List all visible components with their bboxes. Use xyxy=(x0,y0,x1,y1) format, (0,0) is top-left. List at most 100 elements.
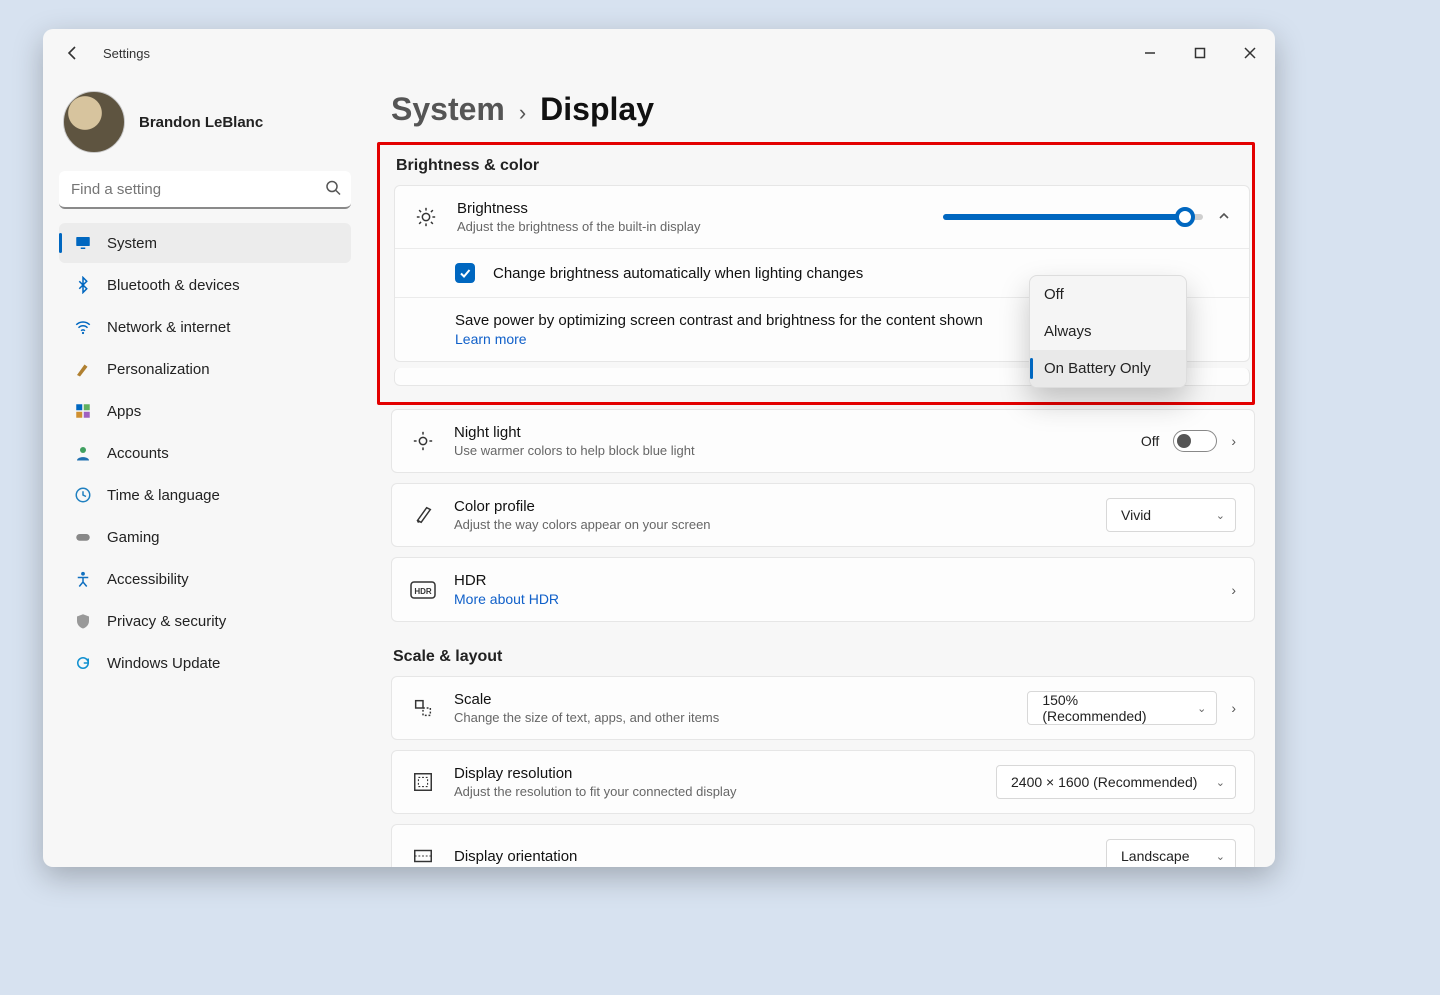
sidebar: Brandon LeBlanc System Bluetooth & device… xyxy=(43,77,363,867)
person-icon xyxy=(73,444,93,462)
color-profile-select[interactable]: Vivid ⌄ xyxy=(1106,498,1236,532)
dropdown-option[interactable]: Off xyxy=(1030,276,1186,313)
sidebar-item-label: Accessibility xyxy=(107,571,189,588)
breadcrumb-parent[interactable]: System xyxy=(391,91,505,128)
hdr-title: HDR xyxy=(454,572,1213,589)
scale-card[interactable]: Scale Change the size of text, apps, and… xyxy=(391,676,1255,740)
content-adaptive-dropdown[interactable]: OffAlwaysOn Battery Only xyxy=(1029,275,1187,388)
orientation-title: Display orientation xyxy=(454,848,1088,865)
sidebar-item-windows-update[interactable]: Windows Update xyxy=(59,643,351,683)
breadcrumb-current: Display xyxy=(540,91,654,128)
hdr-card[interactable]: HDR HDR More about HDR › xyxy=(391,557,1255,622)
sidebar-item-label: Windows Update xyxy=(107,655,220,672)
titlebar: Settings xyxy=(43,29,1275,77)
sidebar-item-bluetooth-devices[interactable]: Bluetooth & devices xyxy=(59,265,351,305)
sidebar-item-privacy-security[interactable]: Privacy & security xyxy=(59,601,351,641)
sidebar-item-time-language[interactable]: Time & language xyxy=(59,475,351,515)
sidebar-item-apps[interactable]: Apps xyxy=(59,391,351,431)
color-profile-title: Color profile xyxy=(454,498,1088,515)
color-profile-icon xyxy=(410,504,436,526)
chevron-right-icon: › xyxy=(519,100,526,126)
night-light-title: Night light xyxy=(454,424,1123,441)
sidebar-item-personalization[interactable]: Personalization xyxy=(59,349,351,389)
brightness-row: Brightness Adjust the brightness of the … xyxy=(395,186,1249,248)
orientation-select[interactable]: Landscape ⌄ xyxy=(1106,839,1236,867)
dropdown-option[interactable]: On Battery Only xyxy=(1030,350,1186,387)
collapse-icon[interactable] xyxy=(1217,209,1231,226)
monitor-icon xyxy=(73,234,93,252)
sidebar-item-label: Bluetooth & devices xyxy=(107,277,240,294)
back-button[interactable] xyxy=(55,35,91,71)
brightness-color-heading: Brightness & color xyxy=(396,157,1248,175)
scale-title: Scale xyxy=(454,691,1009,708)
sidebar-item-accounts[interactable]: Accounts xyxy=(59,433,351,473)
account-name: Brandon LeBlanc xyxy=(139,114,263,131)
sidebar-item-label: System xyxy=(107,235,157,252)
resolution-value: 2400 × 1600 (Recommended) xyxy=(1011,774,1197,790)
main-content: System › Display Brightness & color Brig… xyxy=(363,77,1275,867)
resolution-title: Display resolution xyxy=(454,765,978,782)
color-profile-card[interactable]: Color profile Adjust the way colors appe… xyxy=(391,483,1255,547)
maximize-button[interactable] xyxy=(1175,29,1225,77)
dropdown-option[interactable]: Always xyxy=(1030,313,1186,350)
scale-select[interactable]: 150% (Recommended) ⌄ xyxy=(1027,691,1217,725)
hdr-icon: HDR xyxy=(410,581,436,599)
resolution-card[interactable]: Display resolution Adjust the resolution… xyxy=(391,750,1255,814)
brightness-slider[interactable] xyxy=(943,214,1203,220)
apps-icon xyxy=(73,402,93,420)
settings-window: Settings Brandon LeBlanc xyxy=(43,29,1275,867)
sidebar-item-system[interactable]: System xyxy=(59,223,351,263)
access-icon xyxy=(73,570,93,588)
scale-layout-heading: Scale & layout xyxy=(393,648,1253,666)
search-input[interactable] xyxy=(59,171,351,209)
scale-subtitle: Change the size of text, apps, and other… xyxy=(454,710,1009,725)
gamepad-icon xyxy=(73,528,93,546)
orientation-value: Landscape xyxy=(1121,848,1190,864)
window-title: Settings xyxy=(103,46,150,61)
night-light-icon xyxy=(410,430,436,452)
color-profile-subtitle: Adjust the way colors appear on your scr… xyxy=(454,517,1088,532)
auto-brightness-checkbox[interactable] xyxy=(455,263,475,283)
orientation-card[interactable]: Display orientation Landscape ⌄ xyxy=(391,824,1255,867)
breadcrumb: System › Display xyxy=(391,91,1255,128)
sidebar-item-label: Gaming xyxy=(107,529,160,546)
chevron-right-icon[interactable]: › xyxy=(1231,700,1236,716)
chevron-down-icon: ⌄ xyxy=(1216,776,1225,789)
brightness-title: Brightness xyxy=(457,200,925,217)
bluetooth-icon xyxy=(73,276,93,294)
sidebar-item-label: Privacy & security xyxy=(107,613,226,630)
night-light-card[interactable]: Night light Use warmer colors to help bl… xyxy=(391,409,1255,473)
resolution-subtitle: Adjust the resolution to fit your connec… xyxy=(454,784,978,799)
minimize-button[interactable] xyxy=(1125,29,1175,77)
night-light-state: Off xyxy=(1141,433,1159,449)
sidebar-item-label: Personalization xyxy=(107,361,210,378)
close-button[interactable] xyxy=(1225,29,1275,77)
svg-text:HDR: HDR xyxy=(414,587,432,596)
sidebar-item-network-internet[interactable]: Network & internet xyxy=(59,307,351,347)
search-icon xyxy=(325,180,341,201)
brightness-subtitle: Adjust the brightness of the built-in di… xyxy=(457,219,925,234)
sidebar-item-label: Time & language xyxy=(107,487,220,504)
chevron-down-icon: ⌄ xyxy=(1197,702,1206,715)
chevron-down-icon: ⌄ xyxy=(1216,509,1225,522)
sidebar-item-gaming[interactable]: Gaming xyxy=(59,517,351,557)
sidebar-item-label: Accounts xyxy=(107,445,169,462)
clock-icon xyxy=(73,486,93,504)
orientation-icon xyxy=(410,845,436,867)
night-light-toggle[interactable] xyxy=(1173,430,1217,452)
shield-icon xyxy=(73,612,93,630)
account-block[interactable]: Brandon LeBlanc xyxy=(59,85,351,171)
brightness-icon xyxy=(413,206,439,228)
sidebar-item-label: Network & internet xyxy=(107,319,230,336)
chevron-right-icon[interactable]: › xyxy=(1231,582,1236,598)
color-profile-value: Vivid xyxy=(1121,507,1151,523)
resolution-icon xyxy=(410,771,436,793)
sidebar-nav: System Bluetooth & devices Network & inter… xyxy=(59,223,351,683)
search-box[interactable] xyxy=(59,171,351,209)
scale-value: 150% (Recommended) xyxy=(1042,692,1183,724)
chevron-right-icon[interactable]: › xyxy=(1231,433,1236,449)
resolution-select[interactable]: 2400 × 1600 (Recommended) ⌄ xyxy=(996,765,1236,799)
sidebar-item-label: Apps xyxy=(107,403,141,420)
hdr-link[interactable]: More about HDR xyxy=(454,591,1213,607)
sidebar-item-accessibility[interactable]: Accessibility xyxy=(59,559,351,599)
